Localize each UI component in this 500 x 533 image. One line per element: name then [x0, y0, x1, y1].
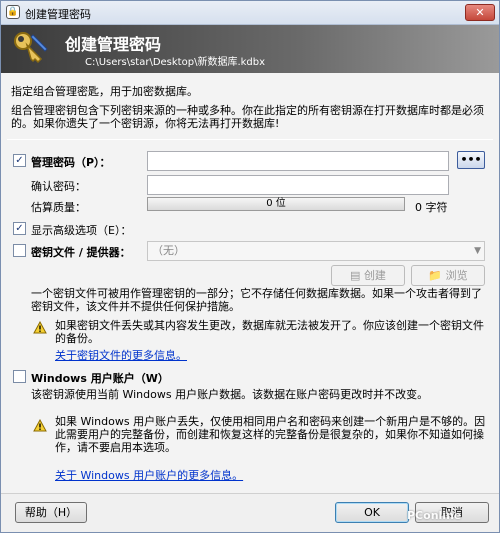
chevron-down-icon: ▼ — [474, 246, 481, 256]
help-button[interactable]: 帮助（H） — [15, 502, 87, 523]
windows-account-checkbox[interactable] — [13, 370, 26, 383]
banner-heading: 创建管理密码 — [65, 35, 162, 54]
key-file-provider-select[interactable]: （无） ▼ — [147, 241, 485, 261]
lock-icon: 🔒 — [6, 5, 20, 19]
key-pen-icon — [14, 32, 48, 64]
key-file-label: 密钥文件 / 提供器： — [31, 246, 131, 259]
create-key-file-button[interactable]: ▤ 创建 — [331, 265, 405, 286]
windows-account-warning: 如果 Windows 用户账户丢失，仅使用相同用户名和密码来创建一个新用户是不够… — [55, 415, 486, 454]
browse-key-file-label: 浏览 — [445, 269, 468, 282]
folder-icon: 📁 — [428, 269, 446, 282]
character-count: 0 字符 — [415, 201, 448, 214]
warning-icon — [33, 321, 47, 334]
master-password-checkbox[interactable]: ✓ — [13, 154, 26, 167]
warning-icon — [33, 419, 47, 432]
key-file-more-info-link[interactable]: 关于密钥文件的更多信息。 — [55, 347, 187, 363]
confirm-password-label: 确认密码： — [31, 180, 86, 193]
advanced-options-label[interactable]: 显示高级选项（E）： — [31, 222, 131, 238]
intro-line-2: 组合管理密钥包含下列密钥来源的一种或多种。你在此指定的所有密钥源在打开数据库时都… — [11, 104, 484, 130]
quality-label: 估算质量： — [31, 201, 86, 214]
close-button[interactable]: ✕ — [465, 4, 495, 21]
create-master-key-dialog: 🔒 创建管理密码 ✕ 创建管理密码 C:\Users\star\Desktop\… — [0, 0, 500, 533]
browse-key-file-button[interactable]: 📁 浏览 — [411, 265, 485, 286]
header-banner: 创建管理密码 C:\Users\star\Desktop\新数据库.kdbx — [1, 25, 499, 73]
watermark: PConline — [407, 509, 462, 522]
windows-account-more-info-link[interactable]: 关于 Windows 用户账户的更多信息。 — [55, 467, 243, 483]
create-icon: ▤ — [350, 269, 364, 282]
title-bar: 🔒 创建管理密码 ✕ — [1, 1, 499, 25]
windows-account-label: Windows 用户账户（W） — [31, 372, 169, 385]
window-title: 创建管理密码 — [25, 8, 91, 21]
create-key-file-label: 创建 — [363, 269, 386, 282]
quality-bar: 0 位 — [147, 197, 405, 211]
ok-button[interactable]: OK — [335, 502, 409, 523]
confirm-password-input[interactable] — [147, 175, 449, 195]
key-file-checkbox[interactable] — [13, 244, 26, 257]
master-password-input[interactable] — [147, 151, 449, 171]
master-password-label: 管理密码（P）： — [31, 156, 111, 169]
key-file-description: 一个密钥文件可被用作管理密钥的一部分；它不存储任何数据库数据。如果一个攻击者得到… — [31, 287, 482, 313]
advanced-options-checkbox[interactable]: ✓ — [13, 222, 26, 235]
intro-line-1: 指定组合管理密匙，用于加密数据库。 — [11, 85, 198, 98]
separator — [7, 139, 493, 140]
database-path: C:\Users\star\Desktop\新数据库.kdbx — [85, 57, 266, 68]
windows-account-description: 该密钥源使用当前 Windows 用户账户数据。该数据在账户密码更改时并不改变。 — [31, 388, 429, 401]
quality-bits: 0 位 — [266, 198, 286, 209]
key-file-warning: 如果密钥文件丢失或其内容发生更改，数据库就无法被发开了。你应该创建一个密钥文件的… — [55, 319, 484, 345]
key-file-selected: （无） — [152, 244, 185, 257]
show-password-button[interactable]: ••• — [457, 151, 485, 169]
